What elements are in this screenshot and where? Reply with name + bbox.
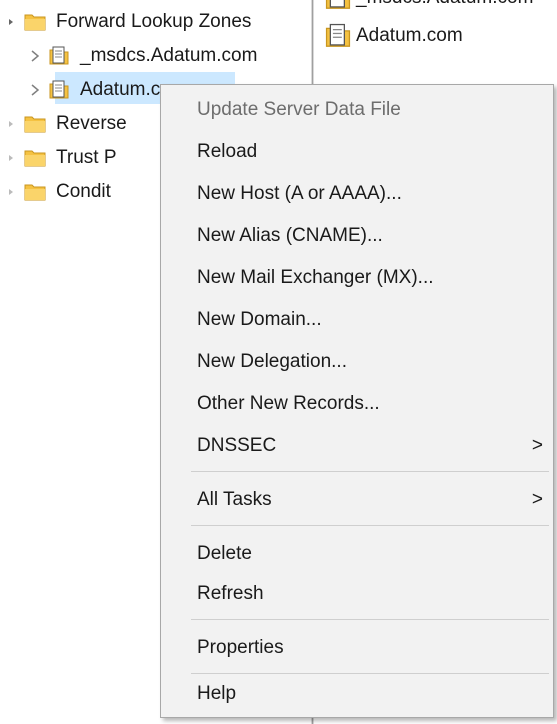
menu-item-new-alias[interactable]: New Alias (CNAME)...: [161, 217, 553, 255]
menu-item-label: Help: [197, 683, 237, 704]
folder-icon: [24, 12, 46, 32]
menu-item-label: Other New Records...: [197, 393, 380, 414]
menu-item-new-delegation[interactable]: New Delegation...: [161, 343, 553, 381]
folder-icon: [24, 114, 46, 134]
menu-item-label: Update Server Data File: [197, 99, 401, 120]
context-menu: Update Server Data File Reload New Host …: [160, 84, 554, 718]
expand-arrow-icon[interactable]: [4, 117, 18, 131]
menu-item-label: DNSSEC: [197, 435, 277, 456]
tree-item-label: Condit: [56, 181, 111, 202]
folder-icon: [24, 182, 46, 202]
menu-item-label: All Tasks: [197, 489, 272, 510]
menu-item-label: Delete: [197, 543, 252, 564]
menu-item-label: Refresh: [197, 583, 264, 604]
menu-separator: [191, 471, 549, 472]
results-item-label: Adatum.com: [356, 25, 463, 46]
tree-item-label: Trust P: [56, 147, 117, 168]
expand-arrow-icon[interactable]: [4, 15, 18, 29]
menu-item-other-new-records[interactable]: Other New Records...: [161, 385, 553, 423]
chevron-right-icon: >: [531, 489, 543, 510]
tree-item-conditional-forwarders[interactable]: Condit: [4, 176, 111, 208]
menu-item-all-tasks[interactable]: All Tasks >: [161, 481, 553, 519]
tree-item-label: _msdcs.Adatum.com: [80, 45, 258, 66]
menu-item-refresh[interactable]: Refresh: [161, 575, 553, 613]
chevron-right-icon[interactable]: [28, 83, 42, 97]
tree-item-forward-lookup-zones[interactable]: Forward Lookup Zones: [4, 6, 251, 38]
results-item-msdcs-zone[interactable]: _msdcs.Adatum.com: [324, 0, 533, 12]
menu-item-label: New Alias (CNAME)...: [197, 225, 383, 246]
menu-item-dnssec[interactable]: DNSSEC >: [161, 427, 553, 465]
menu-item-reload[interactable]: Reload: [161, 133, 553, 171]
menu-item-new-mail-exchanger[interactable]: New Mail Exchanger (MX)...: [161, 259, 553, 297]
tree-item-label: Forward Lookup Zones: [56, 11, 252, 32]
results-item-adatum-zone[interactable]: Adatum.com: [324, 22, 463, 50]
results-item-label: _msdcs.Adatum.com: [356, 0, 533, 9]
menu-item-delete[interactable]: Delete: [161, 535, 553, 573]
menu-item-label: New Delegation...: [197, 351, 347, 372]
menu-item-label: Properties: [197, 637, 284, 658]
menu-separator: [191, 673, 549, 674]
menu-item-label: New Domain...: [197, 309, 322, 330]
tree-item-reverse-lookup-zones[interactable]: Reverse: [4, 108, 127, 140]
expand-arrow-icon[interactable]: [4, 185, 18, 199]
tree-item-msdcs-zone[interactable]: _msdcs.Adatum.com: [28, 40, 257, 72]
folder-icon: [24, 148, 46, 168]
menu-item-label: New Host (A or AAAA)...: [197, 183, 402, 204]
expand-arrow-icon[interactable]: [4, 151, 18, 165]
menu-item-label: New Mail Exchanger (MX)...: [197, 267, 434, 288]
menu-item-update-server-data-file: Update Server Data File: [161, 91, 553, 129]
menu-item-new-host[interactable]: New Host (A or AAAA)...: [161, 175, 553, 213]
menu-separator: [191, 619, 549, 620]
chevron-right-icon[interactable]: [28, 49, 42, 63]
zone-file-icon: [48, 80, 70, 100]
tree-item-trust-points[interactable]: Trust P: [4, 142, 117, 174]
tree-item-label: Reverse: [56, 113, 127, 134]
menu-item-label: Reload: [197, 141, 258, 162]
zone-file-icon: [48, 46, 70, 66]
menu-item-help[interactable]: Help: [161, 675, 553, 713]
zone-file-icon: [324, 0, 352, 12]
chevron-right-icon: >: [531, 435, 543, 456]
menu-item-new-domain[interactable]: New Domain...: [161, 301, 553, 339]
menu-item-properties[interactable]: Properties: [161, 629, 553, 667]
zone-file-icon: [324, 22, 352, 50]
menu-separator: [191, 525, 549, 526]
